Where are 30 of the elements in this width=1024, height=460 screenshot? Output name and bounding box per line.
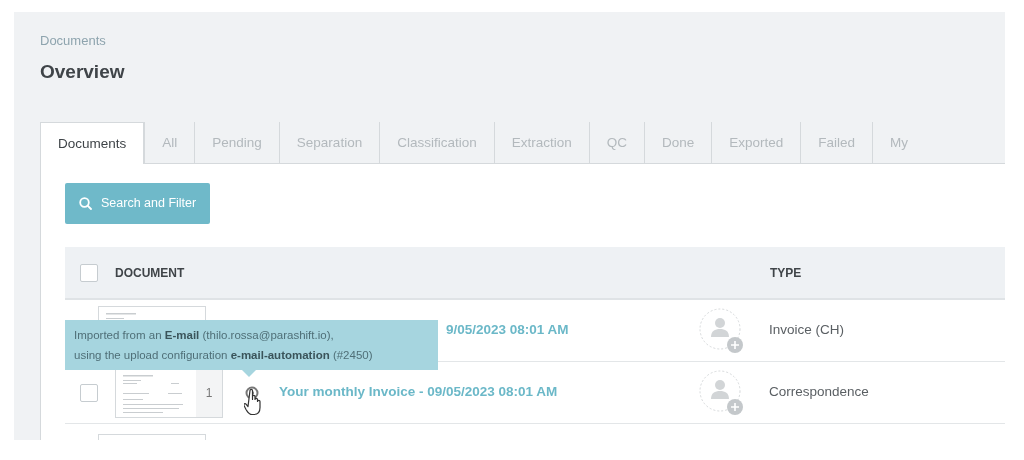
row-checkbox[interactable] [80, 383, 98, 402]
assign-user-icon[interactable] [699, 307, 745, 354]
tab[interactable]: Failed [800, 122, 873, 163]
search-and-filter-button[interactable]: Search and Filter [65, 183, 211, 224]
select-all-checkbox[interactable] [80, 263, 98, 282]
tab[interactable]: QC [588, 122, 644, 163]
tab[interactable]: Documents [40, 122, 145, 165]
breadcrumb-link[interactable]: Documents [40, 32, 1005, 50]
tooltip-text: Imported from an E-mail (thilo.rossa@parashift.io), [74, 328, 334, 343]
assign-user-icon[interactable] [699, 369, 745, 416]
hand-cursor-icon [244, 388, 264, 416]
document-type: Invoice (CH) [769, 321, 844, 340]
tab[interactable]: Extraction [493, 122, 589, 163]
tab[interactable]: All [144, 122, 195, 163]
search-icon [79, 197, 92, 210]
tab[interactable]: Done [643, 122, 712, 163]
document-thumbnail[interactable]: 1 [115, 367, 223, 418]
column-header: TYPE [770, 264, 802, 282]
document-title-link[interactable]: Your monthly Invoice - 09/05/2023 08:01 AM [279, 382, 699, 403]
tooltip-text: using the upload configuration e-mail-automation (#2450) [74, 348, 373, 363]
page-title: Overview [40, 60, 126, 84]
tab[interactable]: Separation [278, 122, 380, 163]
column-header: DOCUMENT [115, 264, 186, 282]
tab[interactable]: Exported [711, 122, 801, 163]
page-count: 1 [205, 384, 213, 402]
tab[interactable]: Classification [379, 122, 494, 163]
tab[interactable]: My [872, 122, 926, 163]
document-type: Correspondence [769, 383, 869, 402]
tab[interactable]: Pending [194, 122, 279, 163]
document-title-link[interactable]: 9/05/2023 08:01 AM [446, 320, 699, 341]
